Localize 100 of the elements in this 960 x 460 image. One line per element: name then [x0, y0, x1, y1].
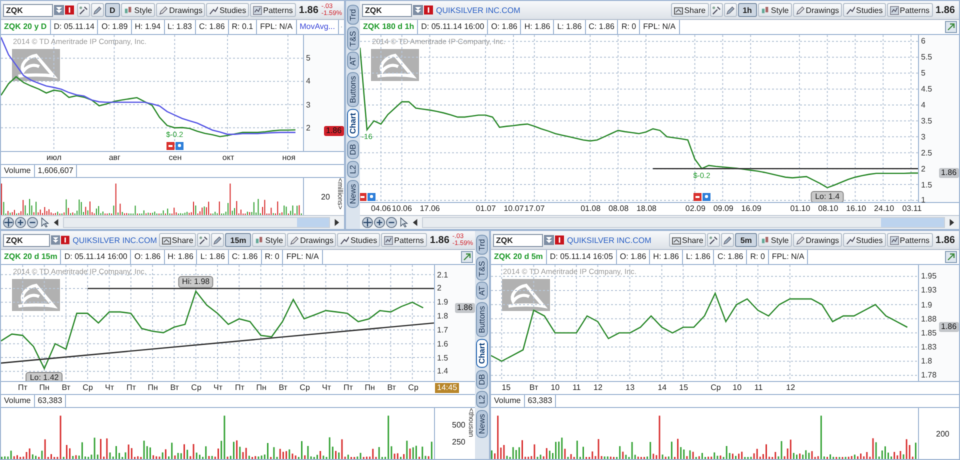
- side-tab[interactable]: L2: [347, 161, 359, 178]
- symbol-field[interactable]: ZQK: [3, 4, 53, 16]
- side-tab[interactable]: Buttons: [347, 72, 359, 108]
- interval-button[interactable]: 5m: [735, 233, 757, 247]
- zoom-in-icon[interactable]: [374, 217, 385, 228]
- tools-button[interactable]: [707, 233, 720, 247]
- company-link[interactable]: QUIKSILVER INC.COM: [565, 236, 652, 244]
- side-tab[interactable]: Trd: [347, 5, 359, 25]
- side-tab[interactable]: Chart: [347, 109, 359, 138]
- share-icon: [674, 6, 684, 14]
- toolbar-button[interactable]: Style: [758, 3, 792, 17]
- side-tab[interactable]: DB: [347, 140, 359, 160]
- axis-label: Ср: [191, 383, 202, 392]
- pencil-button[interactable]: [211, 233, 224, 247]
- axis-label: 1.9: [921, 300, 932, 310]
- symbol-field[interactable]: ZQK: [362, 4, 412, 16]
- alert-icon[interactable]: [555, 235, 564, 245]
- side-tab[interactable]: L2: [476, 391, 488, 408]
- axis-label: Пт: [18, 383, 28, 392]
- dropdown-icon[interactable]: [54, 5, 64, 15]
- interval-button[interactable]: 1h: [738, 3, 757, 17]
- side-tab[interactable]: T&S: [347, 26, 359, 50]
- pencil-button[interactable]: [724, 3, 737, 17]
- side-tab[interactable]: AT: [347, 52, 359, 70]
- study-link[interactable]: MovAvg...: [296, 20, 339, 34]
- symbol-field[interactable]: ZQK: [3, 234, 50, 246]
- side-tab[interactable]: Buttons: [476, 302, 488, 338]
- dropdown-icon[interactable]: [413, 5, 423, 15]
- company-link[interactable]: QUIKSILVER INC.COM: [434, 6, 520, 14]
- dropdown-icon[interactable]: [50, 235, 60, 245]
- share-button[interactable]: Share: [668, 233, 706, 247]
- side-tab[interactable]: T&S: [476, 256, 488, 280]
- pin-icon[interactable]: [175, 142, 184, 150]
- tools-button[interactable]: [76, 3, 90, 17]
- side-tab[interactable]: AT: [476, 282, 488, 300]
- toolbar-button[interactable]: Patterns: [886, 3, 933, 17]
- event-marker-icon[interactable]: [693, 193, 702, 201]
- side-tab[interactable]: News: [347, 180, 359, 208]
- toolbar-button[interactable]: Drawings: [156, 3, 206, 17]
- tools-button[interactable]: [197, 233, 210, 247]
- scroll-right-icon[interactable]: [948, 218, 955, 227]
- event-marker-icon[interactable]: [360, 193, 366, 201]
- toolbar-button[interactable]: Drawings: [792, 233, 842, 247]
- scroll-left-icon[interactable]: [53, 218, 60, 227]
- pin-icon[interactable]: [702, 193, 710, 201]
- side-tab[interactable]: Trd: [476, 235, 488, 255]
- axis-label: Вт: [387, 383, 396, 392]
- last-price: 1.86: [428, 234, 450, 246]
- axis-label: 08.10: [818, 204, 838, 213]
- pencil-icon: [723, 236, 732, 244]
- alert-icon[interactable]: [61, 235, 70, 245]
- scroll-right-icon[interactable]: [333, 218, 340, 227]
- interval-button[interactable]: 15m: [225, 233, 252, 247]
- zoom-in-icon[interactable]: [15, 217, 26, 228]
- axis-label: 01.10: [790, 204, 810, 213]
- zoom-out-icon[interactable]: [27, 217, 38, 228]
- symbol-field[interactable]: ZQK: [493, 234, 543, 246]
- alert-icon[interactable]: [424, 5, 433, 15]
- event-marker-icon[interactable]: [166, 142, 174, 150]
- toolbar-button[interactable]: Style: [758, 233, 792, 247]
- share-button[interactable]: Share: [671, 3, 709, 17]
- tools-button[interactable]: [710, 3, 723, 17]
- toolbar-button[interactable]: Style: [121, 3, 156, 17]
- scrollbar-thumb[interactable]: [881, 218, 944, 227]
- axis-label: Вт: [529, 383, 538, 392]
- toolbar-button[interactable]: Studies: [843, 233, 886, 247]
- pin-icon[interactable]: [367, 193, 376, 201]
- toolbar-button[interactable]: Studies: [337, 233, 380, 247]
- last-price: 1.86: [934, 4, 956, 16]
- axis-label: Пн: [148, 383, 158, 392]
- scroll-left-icon[interactable]: [412, 218, 419, 227]
- scrollbar-thumb[interactable]: [297, 218, 329, 227]
- share-button[interactable]: Share: [158, 233, 196, 247]
- toolbar-button[interactable]: Drawings: [287, 233, 336, 247]
- axis-label: 03.11: [902, 204, 922, 213]
- toolbar-button[interactable]: Patterns: [886, 233, 933, 247]
- axis-label: Пн: [39, 383, 50, 392]
- company-link[interactable]: QUIKSILVER INC.COM: [70, 236, 157, 244]
- dropdown-icon[interactable]: [544, 235, 554, 245]
- side-tab[interactable]: DB: [476, 370, 488, 390]
- toolbar-button[interactable]: Style: [252, 233, 286, 247]
- price-tag: 1.86: [939, 322, 959, 332]
- axis-label: 2: [306, 123, 310, 132]
- pointer-icon[interactable]: [398, 217, 409, 228]
- side-tab[interactable]: News: [476, 410, 488, 438]
- toolbar-button[interactable]: Patterns: [381, 233, 427, 247]
- pan-icon[interactable]: [362, 217, 373, 228]
- interval-button[interactable]: D: [104, 3, 120, 17]
- volume-axis-label: 20: [321, 192, 330, 201]
- toolbar-button[interactable]: Studies: [206, 3, 250, 17]
- zoom-out-icon[interactable]: [386, 217, 397, 228]
- pencil-button[interactable]: [721, 233, 734, 247]
- pan-icon[interactable]: [3, 217, 14, 228]
- alert-icon[interactable]: [65, 5, 74, 15]
- toolbar-button[interactable]: Studies: [843, 3, 886, 17]
- toolbar-button[interactable]: Patterns: [250, 3, 296, 17]
- pointer-icon[interactable]: [39, 217, 50, 228]
- side-tab[interactable]: Chart: [476, 339, 488, 368]
- toolbar-button[interactable]: Drawings: [792, 3, 842, 17]
- pencil-button[interactable]: [90, 3, 104, 17]
